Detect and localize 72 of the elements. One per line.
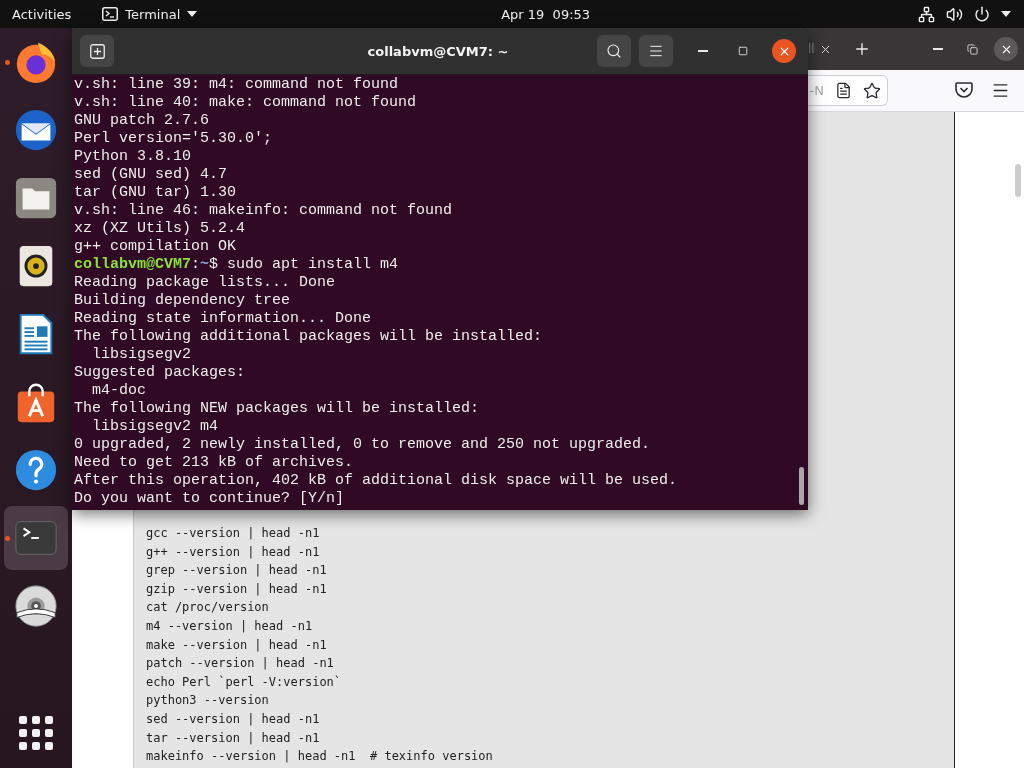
volume-icon[interactable]: [946, 5, 963, 23]
code-line: make --version | head -n1: [146, 636, 327, 654]
maximize-icon: [738, 46, 748, 56]
terminal-output-line: Reading package lists... Done: [74, 274, 336, 292]
pocket-icon: [955, 82, 973, 99]
code-line: python3 --version: [146, 692, 269, 710]
help-icon: [13, 447, 59, 493]
terminal-output-line: The following NEW packages will be installed:: [74, 400, 480, 418]
code-line: echo Perl `perl -V:version`: [146, 673, 342, 691]
clock[interactable]: Apr 19 09:53: [501, 6, 591, 22]
terminal-output-line: Need to get 213 kB of archives.: [74, 454, 354, 472]
code-line: g++ --version | head -n1: [146, 543, 320, 561]
menu-button[interactable]: [991, 81, 1010, 100]
code-line: tar --version | head -n1: [146, 729, 320, 747]
disc-icon: [13, 583, 59, 629]
search-icon: [606, 43, 622, 59]
terminal-output-line: Reading state information... Done: [74, 310, 372, 328]
terminal-icon: [102, 7, 119, 21]
app-grid-icon: [19, 716, 53, 750]
network-icon[interactable]: [918, 5, 935, 23]
activities-button[interactable]: Activities: [12, 6, 72, 22]
close-button[interactable]: [994, 37, 1018, 61]
terminal-output-line: v.sh: line 46: makeinfo: command not found: [74, 202, 453, 220]
close-button[interactable]: [772, 39, 796, 63]
reader-view-icon[interactable]: [835, 82, 852, 99]
code-line: patch --version | head -n1: [146, 655, 334, 673]
terminal-output-line: After this operation, 402 kB of additional disk space will be used.: [74, 472, 678, 490]
terminal-output-line: GNU patch 2.7.6: [74, 112, 210, 130]
search-button[interactable]: [597, 35, 631, 67]
scrollbar-thumb[interactable]: [799, 467, 804, 505]
terminal-output-line: Building dependency tree: [74, 292, 291, 310]
terminal-output-line: v.sh: line 39: m4: command not found: [74, 76, 399, 94]
terminal-prompt-line: collabvm@CVM7:~$ sudo apt install m4: [74, 256, 399, 274]
window-title: collabvm@CVM7: ~: [367, 43, 509, 59]
restore-icon: [966, 43, 978, 55]
terminal-output-line: Perl version='5.30.0';: [74, 130, 273, 148]
minimize-icon: [698, 50, 708, 52]
code-line: cat /proc/version: [146, 599, 269, 617]
bookmark-star-icon[interactable]: [863, 81, 881, 100]
minimize-icon: [933, 48, 943, 50]
new-tab-button[interactable]: [80, 35, 114, 67]
terminal-output-line: tar (GNU tar) 1.30: [74, 184, 237, 202]
terminal-output-line: libsigsegv2 m4: [91, 418, 219, 436]
code-line: sed --version | head -n1: [146, 710, 320, 728]
code-line: makeinfo --version | head -n1 # texinfo version: [146, 748, 493, 766]
code-line: gzip --version | head -n1: [146, 580, 327, 598]
new-tab-icon: [89, 43, 105, 59]
terminal-output-line: 0 upgraded, 2 newly installed, 0 to remove and 250 not upgraded.: [74, 436, 651, 454]
caret-icon[interactable]: [1001, 11, 1011, 17]
power-icon[interactable]: [974, 6, 990, 22]
terminal-output-line: xz (XZ Utils) 5.2.4: [74, 220, 246, 238]
code-line: grep --version | head -n1: [146, 562, 327, 580]
terminal-output-line: sed (GNU sed) 4.7: [74, 166, 228, 184]
code-line: gcc --version | head -n1: [146, 525, 320, 542]
menu-icon: [991, 81, 1010, 100]
menu-button[interactable]: [639, 35, 673, 67]
terminal-output-line: Suggested packages:: [74, 364, 246, 382]
terminal-output-line: m4-doc: [91, 382, 146, 400]
terminal-output-line: Python 3.8.10: [74, 148, 192, 166]
folder-icon: [13, 175, 59, 221]
app-menu[interactable]: Terminal: [102, 6, 198, 22]
mail-envelope-icon: [13, 107, 59, 153]
terminal-output-line: libsigsegv2: [91, 346, 192, 364]
caret-icon: [187, 11, 198, 17]
terminal-output-line: Do you want to continue? [Y/n]: [74, 490, 345, 508]
pocket-button[interactable]: [955, 82, 973, 99]
terminal-output-line: g++ compilation OK: [74, 238, 237, 256]
scrollbar-thumb[interactable]: [1015, 164, 1021, 197]
terminal-output-line: v.sh: line 40: make: command not found: [74, 94, 417, 112]
terminal-output-line: The following additional packages will be installed:: [74, 328, 543, 346]
menu-icon: [648, 43, 664, 59]
code-line: m4 --version | head -n1: [146, 617, 313, 635]
